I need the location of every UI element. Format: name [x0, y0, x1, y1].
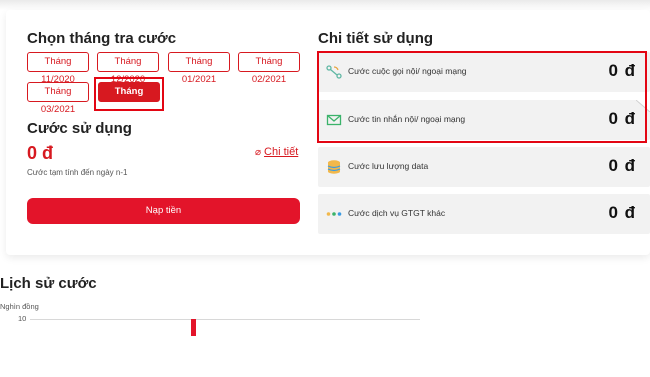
top-shadow	[0, 0, 650, 10]
detail-row-calls-amount: 0 đ	[608, 61, 636, 80]
month-chip-2020-12[interactable]: Tháng 12/2020	[97, 52, 159, 85]
month-chip-2020-11[interactable]: Tháng 11/2020	[27, 52, 89, 85]
history-bar[interactable]	[191, 319, 196, 336]
detail-row-data-label: Cước lưu lượng data	[348, 161, 429, 171]
detail-row-vas-label: Cước dịch vụ GTGT khác	[348, 208, 446, 218]
detail-row-sms[interactable]: Cước tin nhắn nội/ ngoại mạng 0 đ	[318, 100, 650, 140]
history-y-tick: 10	[18, 314, 27, 323]
history-unit-label: Nghìn đồng	[0, 302, 39, 311]
history-title: Lịch sử cước	[0, 275, 97, 292]
month-chip-2021-03[interactable]: Tháng 03/2021	[27, 82, 89, 115]
detail-row-data[interactable]: Cước lưu lượng data 0 đ	[318, 147, 650, 187]
usage-value: 0 đ	[27, 143, 54, 163]
phone-call-icon	[326, 65, 342, 79]
history-gridline	[30, 319, 420, 320]
detail-row-sms-amount: 0 đ	[608, 109, 636, 128]
detail-row-vas-amount: 0 đ	[608, 203, 636, 222]
more-dots-icon	[326, 212, 342, 216]
usage-title: Cước sử dụng	[27, 120, 132, 137]
detail-link[interactable]: ⌀ Chi tiết	[255, 146, 298, 158]
detail-row-calls-label: Cước cuộc gọi nội/ ngoại mạng	[348, 66, 467, 76]
details-title: Chi tiết sử dụng	[318, 30, 434, 47]
detail-row-vas[interactable]: Cước dịch vụ GTGT khác 0 đ	[318, 194, 650, 234]
detail-row-data-amount: 0 đ	[608, 156, 636, 175]
database-icon	[327, 160, 341, 174]
detail-row-calls[interactable]: Cước cuộc gọi nội/ ngoại mạng 0 đ	[318, 52, 650, 92]
month-chip-2021-02[interactable]: Tháng 02/2021	[238, 52, 300, 85]
detail-row-sms-label: Cước tin nhắn nội/ ngoại mạng	[348, 114, 466, 124]
detail-link-label: Chi tiết	[264, 146, 299, 158]
period-title: Chọn tháng tra cước	[27, 30, 177, 47]
paperclip-icon: ⌀	[255, 147, 262, 158]
envelope-icon	[326, 114, 342, 126]
usage-note: Cước tạm tính đến ngày n-1	[27, 168, 128, 177]
topup-button[interactable]: Nạp tiền	[27, 198, 300, 224]
month-chip-2021-04-selected[interactable]: Tháng 04/2021	[98, 82, 160, 115]
month-chip-2021-01[interactable]: Tháng 01/2021	[168, 52, 230, 85]
row-corner-fold	[636, 100, 650, 112]
